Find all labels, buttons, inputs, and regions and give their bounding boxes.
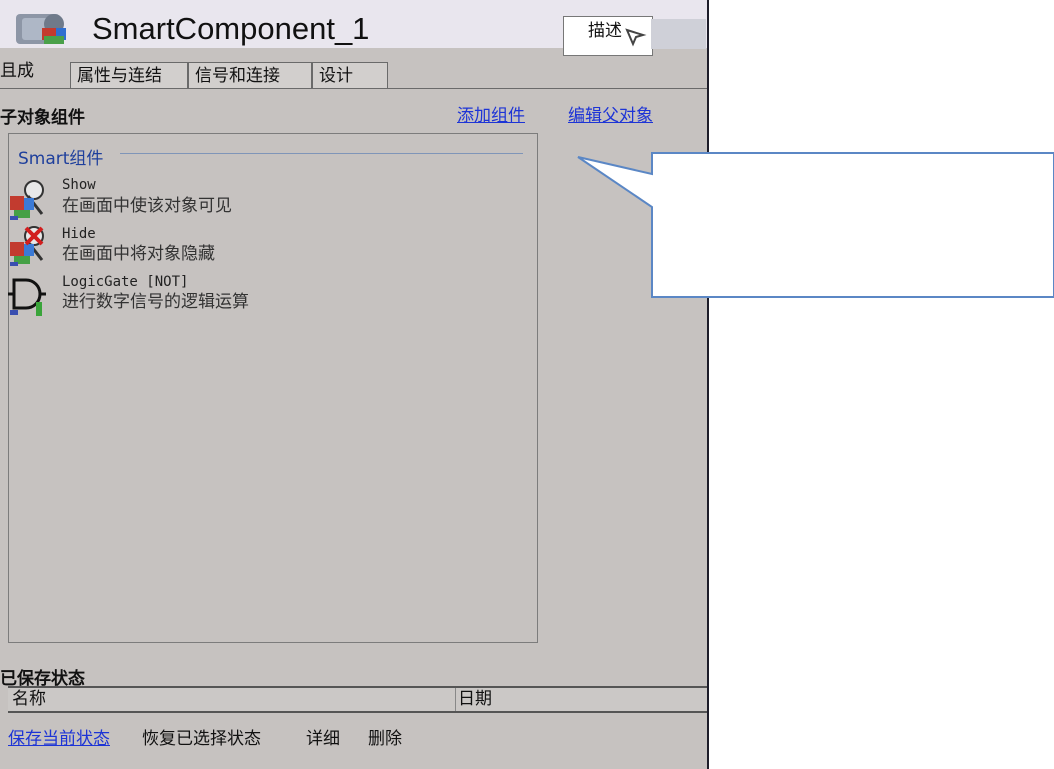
component-name-show[interactable]: Show [62,178,96,193]
delete-button[interactable]: 删除 [368,724,402,749]
description-scrollbar[interactable] [651,19,706,49]
restore-selected-state-button[interactable]: 恢复已选择状态 [142,724,261,749]
component-name-logicgate[interactable]: LogicGate [NOT] [62,275,188,290]
save-current-state-link[interactable]: 保存当前状态 [8,724,110,749]
hide-object-icon[interactable] [8,222,48,268]
saved-states-table-header: 名称 日期 [8,686,708,713]
panel-right-border [707,0,709,769]
smart-component-editor: SmartComponent_1 描述 且成 属性与连结 信号和连接 设计 子对… [0,0,708,769]
cursor-icon [625,28,647,47]
tab-strip-divider [0,88,708,89]
component-desc-logicgate: 进行数字信号的逻辑运算 [62,292,249,312]
callout-bubble [577,152,1054,298]
description-label: 描述 [588,21,622,41]
component-desc-show: 在画面中使该对象可见 [62,196,232,216]
column-header-date[interactable]: 日期 [458,688,492,711]
add-component-link[interactable]: 添加组件 [457,101,525,126]
component-desc-hide: 在画面中将对象隐藏 [62,244,215,264]
component-title: SmartComponent_1 [92,11,370,46]
details-button[interactable]: 详细 [306,724,340,749]
smart-group-title: Smart组件 [18,144,110,169]
children-section-title: 子对象组件 [0,108,85,128]
column-divider[interactable] [455,688,456,711]
show-object-icon[interactable] [8,176,48,222]
smart-component-icon [16,14,66,44]
logic-gate-icon[interactable] [6,274,46,320]
tab-design[interactable]: 设计 [312,62,388,88]
column-header-name[interactable]: 名称 [12,688,46,711]
tab-composition[interactable]: 且成 [0,58,70,89]
component-name-hide[interactable]: Hide [62,227,96,242]
tab-signals-connections[interactable]: 信号和连接 [188,62,312,88]
edit-parent-link[interactable]: 编辑父对象 [568,101,653,126]
group-title-rule [120,153,523,154]
tab-properties-links[interactable]: 属性与连结 [70,62,188,88]
